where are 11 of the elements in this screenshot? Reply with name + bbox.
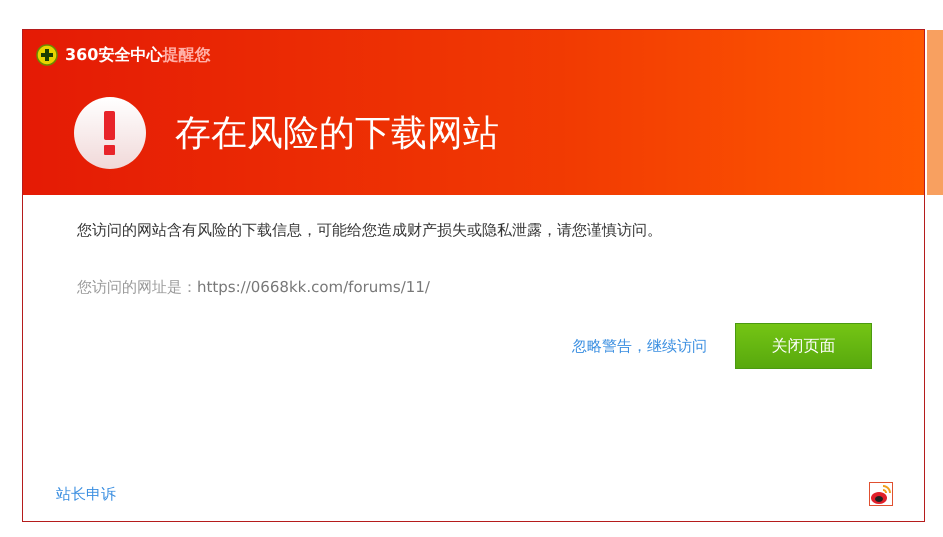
exclamation-icon bbox=[73, 96, 147, 170]
webmaster-appeal-link[interactable]: 站长申诉 bbox=[56, 484, 116, 504]
warning-heading: 存在风险的下载网站 bbox=[175, 112, 499, 156]
close-page-button[interactable]: 关闭页面 bbox=[735, 323, 872, 369]
visited-url: https://0668kk.com/forums/11/ bbox=[197, 278, 430, 296]
tagline: 提醒您 bbox=[162, 44, 210, 66]
warning-message: 您访问的网站含有风险的下载信息，可能给您造成财产损失或隐私泄露，请您谨慎访问。 bbox=[77, 221, 663, 240]
plus-icon bbox=[36, 44, 58, 66]
url-label: 您访问的网址是： bbox=[77, 278, 197, 296]
ignore-warning-link[interactable]: 忽略警告，继续访问 bbox=[572, 336, 707, 356]
brand-title: 360安全中心 bbox=[65, 44, 162, 66]
